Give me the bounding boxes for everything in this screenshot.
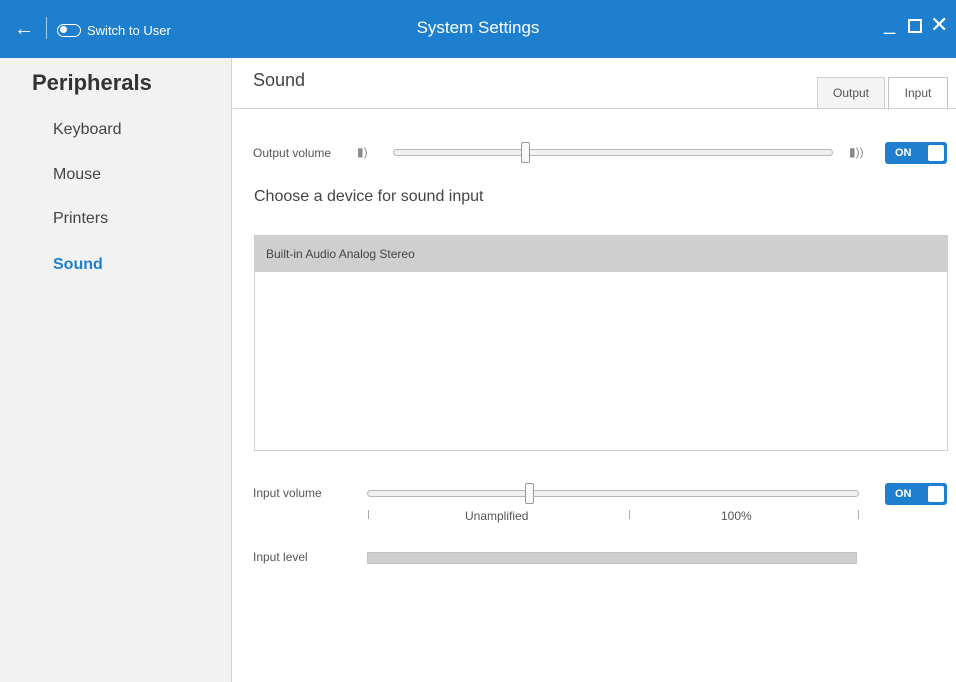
input-toggle-label: ON [895, 488, 912, 500]
sidebar-item-mouse[interactable]: Mouse [53, 166, 101, 184]
device-list: Built-in Audio Analog Stereo [254, 235, 948, 451]
input-level-meter [367, 552, 857, 564]
sidebar-item-sound[interactable]: Sound [53, 256, 103, 274]
input-volume-track[interactable] [367, 490, 859, 497]
input-volume-tick [629, 510, 630, 519]
speaker-low-icon: ▮) [357, 145, 368, 159]
output-volume-toggle[interactable]: ON [885, 142, 947, 164]
maximize-icon[interactable] [908, 19, 922, 33]
unamplified-mark-label: Unamplified [465, 509, 529, 523]
list-item[interactable]: Built-in Audio Analog Stereo [255, 236, 947, 272]
input-volume-tick [858, 510, 859, 519]
tab-input[interactable]: Input [888, 77, 948, 110]
device-section-title: Choose a device for sound input [254, 188, 484, 205]
sidebar-heading: Peripherals [32, 70, 152, 95]
main-panel: Sound Output Input Output volume ▮) ▮)) … [233, 58, 956, 682]
sidebar: Peripherals Keyboard Mouse Printers Soun… [0, 58, 232, 682]
speaker-high-icon: ▮)) [849, 145, 864, 159]
output-toggle-knob [928, 145, 944, 161]
input-volume-toggle[interactable]: ON [885, 483, 947, 505]
output-toggle-label: ON [895, 147, 912, 159]
title-bar: ← Switch to User System Settings _ ✕ [0, 0, 956, 58]
full-volume-mark-label: 100% [721, 509, 752, 523]
header-divider [233, 108, 956, 109]
output-volume-label: Output volume [253, 146, 332, 160]
input-toggle-knob [928, 486, 944, 502]
output-volume-track[interactable] [393, 149, 833, 156]
output-volume-thumb[interactable] [521, 142, 530, 163]
input-volume-thumb[interactable] [525, 483, 535, 504]
minimize-icon[interactable]: _ [884, 14, 900, 34]
tab-output[interactable]: Output [817, 77, 885, 109]
sidebar-item-printers[interactable]: Printers [53, 210, 108, 228]
sidebar-item-keyboard[interactable]: Keyboard [53, 121, 122, 139]
page-title: Sound [253, 70, 306, 90]
input-volume-tick [368, 510, 369, 519]
input-level-label: Input level [253, 550, 308, 564]
close-icon[interactable]: ✕ [930, 14, 950, 36]
window-title: System Settings [416, 18, 540, 37]
input-volume-label: Input volume [253, 486, 322, 500]
